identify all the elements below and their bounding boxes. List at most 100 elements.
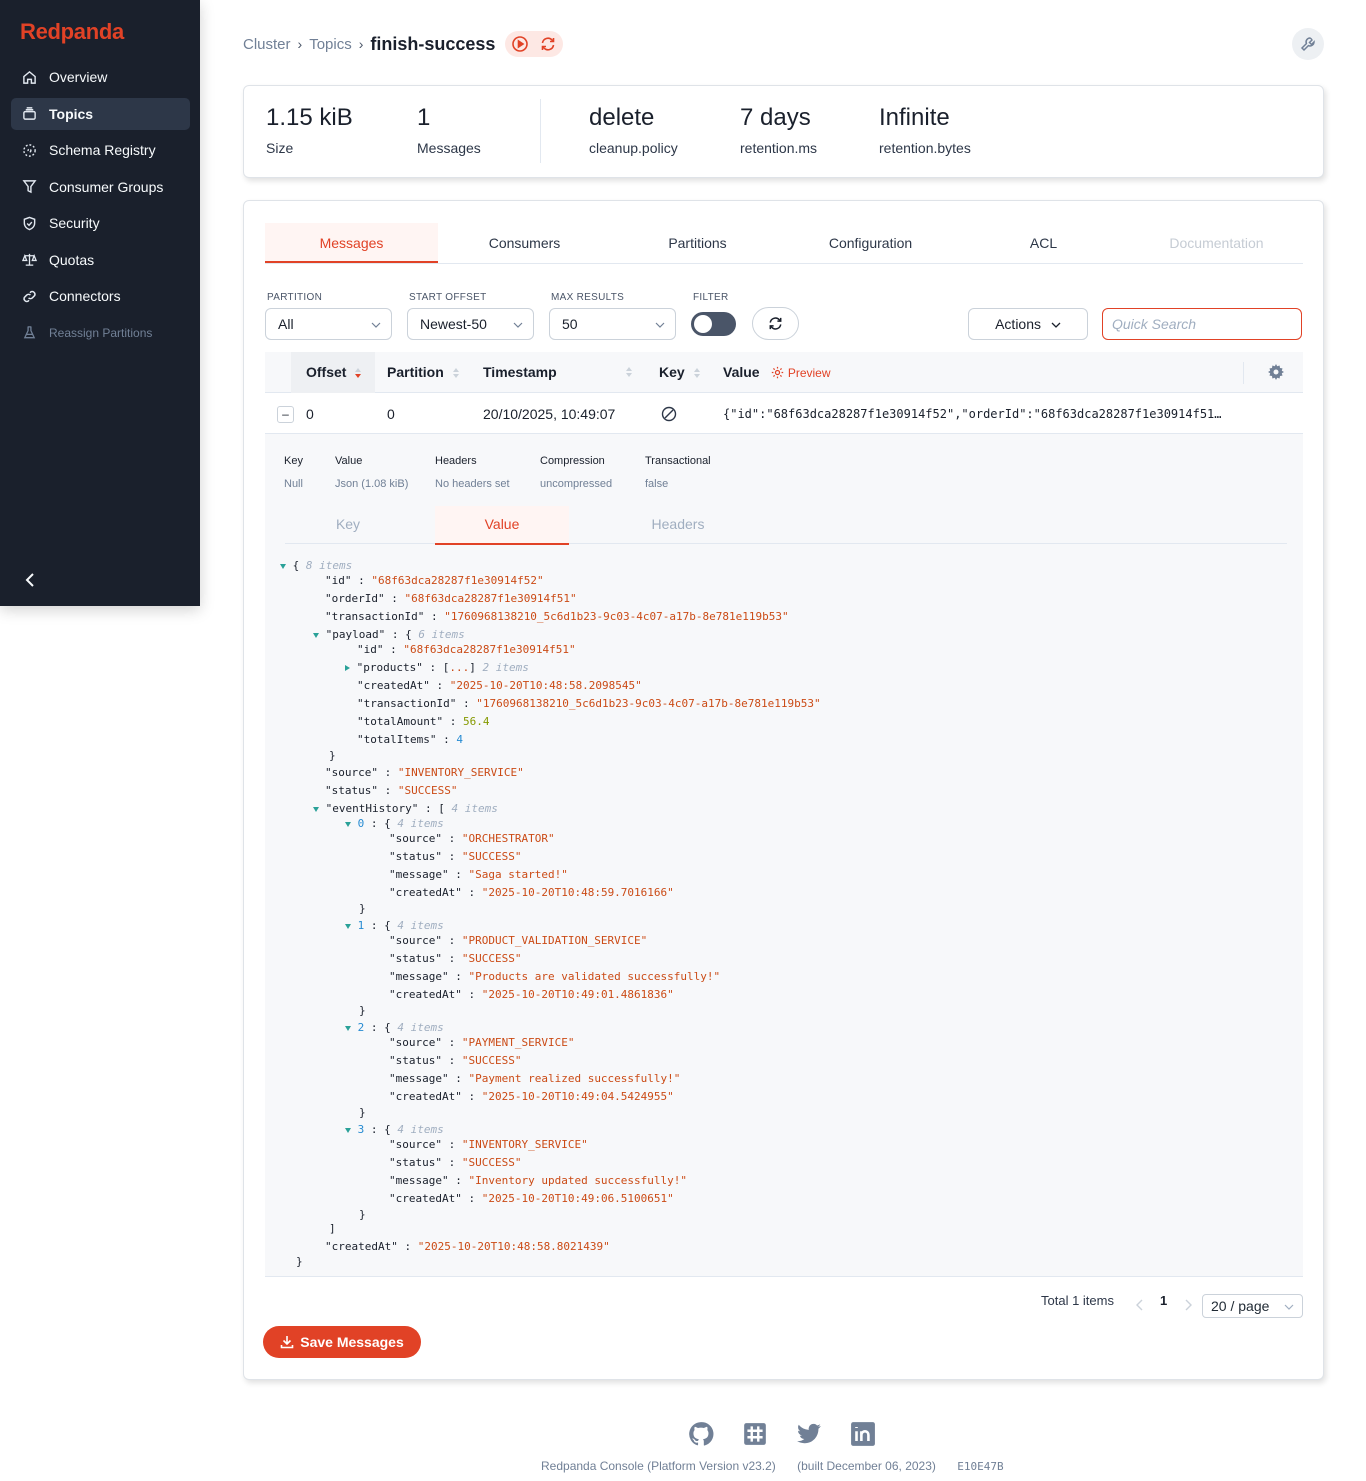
collapse-arrow-icon[interactable]	[280, 563, 286, 569]
sidebar-item-consumer-groups[interactable]: Consumer Groups	[11, 171, 190, 203]
refresh-button[interactable]	[752, 307, 799, 340]
stat-value: 1	[417, 104, 431, 131]
tab-consumers[interactable]: Consumers	[438, 223, 611, 263]
preview-button[interactable]: Preview	[771, 366, 831, 380]
sidebar-nav: Overview Topics Schema Registry Consumer…	[11, 61, 190, 353]
tab-key[interactable]: Key	[281, 506, 415, 543]
tab-partitions[interactable]: Partitions	[611, 223, 784, 263]
chevron-right-icon: ›	[358, 36, 364, 52]
sidebar-item-connectors[interactable]: Connectors	[11, 280, 190, 312]
max-results-label: MAX RESULTS	[551, 292, 625, 303]
brand-logo[interactable]: Redpanda	[20, 19, 124, 45]
partition-value: All	[278, 316, 294, 332]
tab-messages[interactable]: Messages	[265, 223, 438, 263]
sort-icon	[693, 368, 700, 379]
offset-cell: 0	[306, 406, 314, 422]
play-circle-icon[interactable]	[511, 35, 529, 53]
actions-dropdown[interactable]: Actions	[968, 308, 1088, 340]
current-page[interactable]: 1	[1160, 1293, 1167, 1308]
max-results-value: 50	[562, 316, 578, 332]
slack-icon[interactable]	[742, 1421, 768, 1447]
build-date: (built December 06, 2023)	[797, 1459, 936, 1473]
collapse-arrow-icon[interactable]	[345, 821, 351, 827]
breadcrumb-topics[interactable]: Topics	[309, 36, 352, 53]
divider	[540, 99, 541, 163]
json-value: "2025-10-20T10:48:58.8021439"	[417, 1240, 610, 1253]
preview-label: Preview	[787, 366, 831, 380]
save-messages-button[interactable]: Save Messages	[263, 1326, 421, 1358]
filter-toggle[interactable]	[691, 312, 736, 336]
sort-icon	[626, 367, 632, 377]
prev-page-icon[interactable]	[1135, 1299, 1145, 1311]
refresh-icon[interactable]	[539, 35, 557, 53]
meta-value: Null	[284, 478, 303, 490]
timestamp-column-header[interactable]: Timestamp	[483, 352, 633, 393]
collapse-arrow-icon[interactable]	[313, 806, 319, 812]
max-results-select[interactable]: 50	[549, 308, 676, 340]
tab-value[interactable]: Value	[435, 506, 569, 545]
column-label: Key	[659, 364, 685, 380]
chevron-down-icon	[513, 322, 523, 328]
meta-title: Compression	[540, 455, 605, 467]
table-row[interactable]: – 0 0 20/10/2025, 10:49:07 {"id":"68f63d…	[265, 394, 1303, 434]
tab-acl[interactable]: ACL	[957, 223, 1130, 263]
sidebar-item-label: Connectors	[49, 288, 121, 304]
collapse-arrow-icon[interactable]	[345, 1127, 351, 1133]
sidebar-item-schema-registry[interactable]: Schema Registry	[11, 134, 190, 166]
partition-select[interactable]: All	[265, 308, 392, 340]
twitter-icon[interactable]	[796, 1421, 822, 1447]
schema-icon	[23, 143, 36, 157]
expand-arrow-icon[interactable]	[345, 665, 350, 671]
shield-icon	[23, 216, 36, 230]
partition-column-header[interactable]: Partition	[387, 352, 460, 393]
collapse-row-button[interactable]: –	[277, 406, 294, 423]
linkedin-icon[interactable]	[850, 1421, 876, 1447]
meta-value: Json (1.08 kiB)	[335, 478, 409, 490]
wrench-button[interactable]	[1292, 28, 1324, 60]
tab-configuration[interactable]: Configuration	[784, 223, 957, 263]
meta-title: Value	[335, 455, 363, 467]
json-value: "SUCCESS"	[461, 1054, 522, 1067]
messages-table-header: Offset Partition Timestamp Key Value Pre…	[265, 352, 1303, 393]
item-count: 4 items	[397, 1123, 444, 1136]
stat-size: 1.15 kiB Size	[266, 104, 353, 156]
start-offset-label: START OFFSET	[409, 292, 487, 303]
github-icon[interactable]	[688, 1421, 714, 1447]
breadcrumb: Cluster › Topics › finish-success	[243, 31, 564, 57]
page-size-select[interactable]: 20 / page	[1202, 1294, 1303, 1318]
start-offset-select[interactable]: Newest-50	[407, 308, 534, 340]
sidebar-item-security[interactable]: Security	[11, 207, 190, 239]
sidebar: Redpanda Overview Topics Schema Registry…	[0, 0, 200, 606]
stat-label: Messages	[417, 140, 481, 156]
value-column-header: Value Preview	[723, 352, 831, 394]
collapse-arrow-icon[interactable]	[313, 632, 319, 638]
json-value: "Inventory updated successfully!"	[468, 1174, 688, 1187]
chevron-right-icon: ›	[297, 36, 303, 52]
detail-tabs: Key Value Headers	[285, 506, 1287, 545]
item-count: 2 items	[482, 661, 529, 674]
sidebar-item-label: Consumer Groups	[49, 178, 164, 195]
sort-icon	[355, 368, 362, 379]
offset-column-header[interactable]: Offset	[291, 352, 375, 393]
tab-headers[interactable]: Headers	[611, 506, 745, 543]
chevron-down-icon	[1051, 322, 1061, 329]
json-value: "PAYMENT_SERVICE"	[461, 1036, 575, 1049]
collapse-arrow-icon[interactable]	[345, 923, 351, 929]
timestamp-cell: 20/10/2025, 10:49:07	[483, 406, 616, 422]
sidebar-item-topics[interactable]: Topics	[11, 97, 190, 130]
quick-search-input[interactable]	[1102, 308, 1302, 340]
topic-details-card: Messages Consumers Partitions Configurat…	[243, 200, 1324, 1380]
sidebar-item-quotas[interactable]: Quotas	[11, 244, 190, 276]
json-value: "INVENTORY_SERVICE"	[397, 766, 524, 779]
meta-transactional: Transactional false	[645, 455, 711, 490]
next-page-icon[interactable]	[1183, 1299, 1193, 1311]
sidebar-item-overview[interactable]: Overview	[11, 61, 190, 93]
gear-icon	[772, 366, 784, 379]
breadcrumb-cluster[interactable]: Cluster	[243, 36, 291, 53]
json-value: "INVENTORY_SERVICE"	[461, 1138, 588, 1151]
gear-icon[interactable]	[1268, 364, 1284, 380]
chevron-down-icon	[371, 322, 381, 328]
chevron-left-icon[interactable]	[20, 570, 40, 590]
collapse-arrow-icon[interactable]	[345, 1025, 351, 1031]
key-column-header[interactable]: Key	[659, 352, 701, 393]
